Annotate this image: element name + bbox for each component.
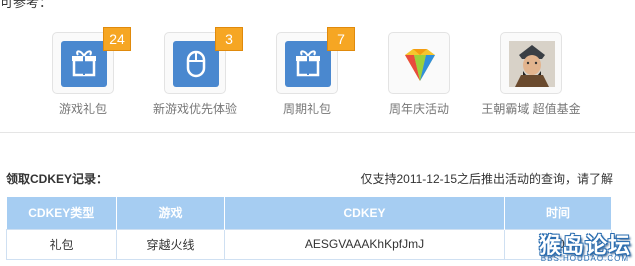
column-header-type: CDKEY类型 — [6, 197, 117, 229]
gift-icon — [285, 41, 331, 87]
activity-icons-row: 24 游戏礼包 3 新游戏优先体验 7 周期礼包 周年庆活动 王朝霸域 超值基金 — [0, 0, 635, 125]
cell-game: 穿越火线 — [116, 228, 225, 260]
cell-cdkey: AESGVAAAKhKpfJmJ — [224, 228, 505, 260]
icon-label: 游戏礼包 — [58, 102, 107, 116]
section-divider — [0, 132, 635, 133]
count-badge: 3 — [215, 27, 243, 51]
count-badge: 7 — [327, 27, 355, 51]
mouse-icon — [173, 41, 219, 87]
anniversary-diamond-icon — [397, 41, 443, 87]
icon-label: 新游戏优先体验 — [152, 102, 237, 116]
icon-label: 周年庆活动 — [388, 102, 449, 116]
icon-item-game-gift[interactable]: 24 游戏礼包 — [18, 27, 148, 117]
watermark-url: BBS.HOUDAO.COM — [540, 254, 629, 263]
site-watermark: 猴岛论坛 BBS.HOUDAO.COM — [519, 228, 631, 264]
column-header-time: 时间 — [504, 197, 612, 229]
records-note: 仅支持2011-12-15之后推出活动的查询，请了解 — [360, 172, 614, 186]
icon-label: 王朝霸域 超值基金 — [481, 102, 581, 116]
icon-label: 周期礼包 — [282, 102, 331, 116]
table-header-row: CDKEY类型 游戏 CDKEY 时间 — [6, 197, 612, 229]
icon-item-anniversary[interactable]: 周年庆活动 — [354, 32, 484, 117]
warrior-avatar-icon — [509, 41, 555, 87]
column-header-game: 游戏 — [116, 197, 225, 229]
records-title: 领取CDKEY记录： — [6, 172, 109, 186]
cell-type: 礼包 — [6, 228, 117, 260]
icon-item-new-game-trial[interactable]: 3 新游戏优先体验 — [130, 27, 260, 117]
icon-item-periodic-gift[interactable]: 7 周期礼包 — [242, 27, 372, 117]
count-badge: 24 — [103, 27, 131, 51]
icon-item-dynasty-fund[interactable]: 王朝霸域 超值基金 — [466, 32, 596, 117]
gift-icon — [61, 41, 107, 87]
column-header-cdkey: CDKEY — [224, 197, 505, 229]
